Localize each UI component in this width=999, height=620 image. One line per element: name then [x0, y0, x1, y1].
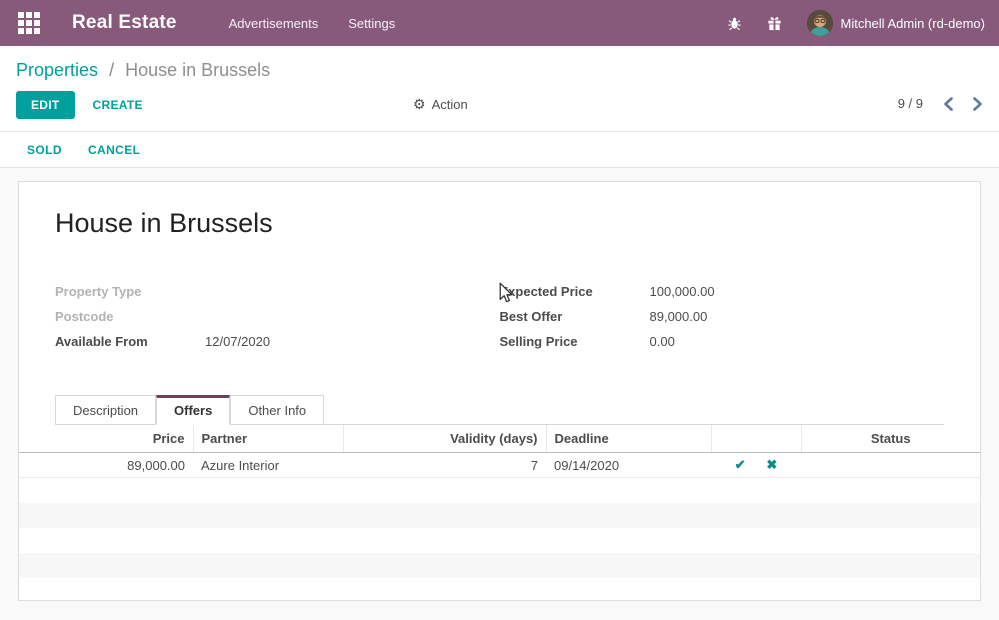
- tab-other-info[interactable]: Other Info: [230, 395, 324, 425]
- action-label: Action: [432, 97, 468, 112]
- field-label: Best Offer: [500, 309, 650, 324]
- pager-next-icon[interactable]: [972, 97, 983, 111]
- form-sheet: House in Brussels Property Type Postcode…: [18, 181, 981, 601]
- edit-button[interactable]: EDIT: [16, 91, 75, 119]
- pager: 9 / 9: [898, 96, 983, 111]
- offer-status: [801, 453, 980, 478]
- breadcrumb-parent[interactable]: Properties: [16, 60, 98, 80]
- column-header-deadline[interactable]: Deadline: [546, 425, 711, 453]
- field-expected-price: Expected Price 100,000.00: [500, 279, 945, 304]
- field-value: 0.00: [650, 334, 675, 349]
- tab-description[interactable]: Description: [55, 395, 156, 425]
- offers-table-header: Price Partner Validity (days) Deadline S…: [19, 425, 980, 453]
- offer-validity: 7: [343, 453, 546, 478]
- column-header-price[interactable]: Price: [19, 425, 193, 453]
- pager-value: 9 / 9: [898, 96, 923, 111]
- offer-deadline: 09/14/2020: [546, 453, 711, 478]
- navbar-right: Mitchell Admin (rd-demo): [727, 10, 986, 36]
- left-field-column: Property Type Postcode Available From 12…: [55, 279, 500, 354]
- field-label: Available From: [55, 334, 205, 349]
- column-header-partner[interactable]: Partner: [193, 425, 343, 453]
- user-menu[interactable]: Mitchell Admin (rd-demo): [807, 10, 986, 36]
- app-title[interactable]: Real Estate: [72, 12, 177, 34]
- debug-bug-icon[interactable]: [727, 15, 743, 31]
- empty-row: [19, 478, 980, 503]
- notebook-tabs: Description Offers Other Info: [55, 394, 944, 425]
- field-best-offer: Best Offer 89,000.00: [500, 304, 945, 329]
- gear-icon: ⚙: [413, 96, 426, 113]
- field-available-from: Available From 12/07/2020: [55, 329, 500, 354]
- cancel-button[interactable]: CANCEL: [88, 143, 140, 157]
- control-panel: Properties / House in Brussels EDIT CREA…: [0, 46, 999, 131]
- field-value: 12/07/2020: [205, 334, 270, 349]
- offers-table: Price Partner Validity (days) Deadline S…: [19, 425, 980, 578]
- column-header-status[interactable]: Status: [801, 425, 980, 453]
- tab-offers[interactable]: Offers: [156, 395, 230, 425]
- empty-row: [19, 553, 980, 578]
- apps-menu-icon[interactable]: [18, 12, 40, 34]
- field-label: Property Type: [55, 284, 205, 299]
- user-name: Mitchell Admin (rd-demo): [841, 16, 986, 31]
- main-menu: Advertisements Settings: [229, 16, 396, 31]
- action-menu-button[interactable]: ⚙ Action: [413, 96, 468, 113]
- create-button[interactable]: CREATE: [93, 98, 143, 112]
- right-field-column: Expected Price 100,000.00 Best Offer 89,…: [500, 279, 945, 354]
- cp-buttons-row: EDIT CREATE ⚙ Action 9 / 9: [0, 91, 999, 131]
- form-view: House in Brussels Property Type Postcode…: [0, 168, 999, 614]
- offer-row[interactable]: 89,000.00 Azure Interior 7 09/14/2020 ✔ …: [19, 453, 980, 478]
- statusbar: SOLD CANCEL: [0, 131, 999, 168]
- field-groups: Property Type Postcode Available From 12…: [55, 279, 944, 354]
- offer-actions: ✔ ✖: [711, 453, 801, 478]
- top-navbar: Real Estate Advertisements Settings: [0, 0, 999, 46]
- menu-item-settings[interactable]: Settings: [348, 16, 395, 31]
- field-label: Selling Price: [500, 334, 650, 349]
- record-title: House in Brussels: [55, 208, 944, 239]
- empty-row: [19, 528, 980, 553]
- pager-previous-icon[interactable]: [943, 97, 954, 111]
- field-label: Postcode: [55, 309, 205, 324]
- field-label: Expected Price: [500, 284, 650, 299]
- field-postcode: Postcode: [55, 304, 500, 329]
- column-header-actions: [711, 425, 801, 453]
- sold-button[interactable]: SOLD: [27, 143, 62, 157]
- accept-offer-icon[interactable]: ✔: [735, 457, 746, 473]
- breadcrumb: Properties / House in Brussels: [0, 46, 999, 91]
- field-value: 100,000.00: [650, 284, 715, 299]
- field-property-type: Property Type: [55, 279, 500, 304]
- refuse-offer-icon[interactable]: ✖: [766, 457, 777, 473]
- field-value: 89,000.00: [650, 309, 708, 324]
- offer-partner: Azure Interior: [193, 453, 343, 478]
- column-header-validity[interactable]: Validity (days): [343, 425, 546, 453]
- breadcrumb-separator: /: [109, 60, 114, 80]
- gift-icon[interactable]: [767, 15, 783, 31]
- breadcrumb-current: House in Brussels: [125, 60, 270, 80]
- menu-item-advertisements[interactable]: Advertisements: [229, 16, 319, 31]
- empty-row: [19, 503, 980, 528]
- user-avatar: [807, 10, 833, 36]
- offer-price: 89,000.00: [19, 453, 193, 478]
- field-selling-price: Selling Price 0.00: [500, 329, 945, 354]
